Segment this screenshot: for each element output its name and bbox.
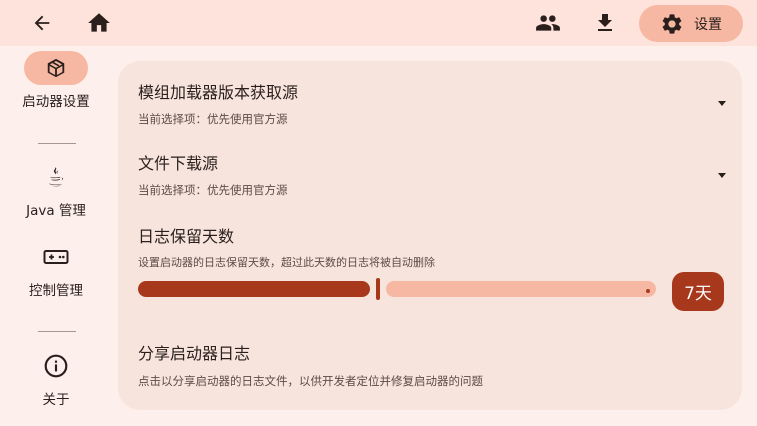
back-button[interactable] <box>24 5 60 41</box>
share-logs-setting[interactable]: 分享启动器日志 点击以分享启动器的日志文件，以供开发者定位并修复启动器的问题 <box>138 344 728 388</box>
sidebar-item-label: 关于 <box>42 392 70 408</box>
setting-subtitle: 当前选择项：优先使用官方源 <box>138 183 288 197</box>
sidebar-item-label: 启动器设置 <box>22 94 90 110</box>
sidebar-item-label: 控制管理 <box>29 283 83 299</box>
sidebar: 启动器设置 Java 管理 控制管理 关于 <box>0 46 112 426</box>
setting-title: 文件下载源 <box>138 154 219 173</box>
sidebar-item-label: Java 管理 <box>26 203 86 219</box>
setting-title: 分享启动器日志 <box>138 344 251 363</box>
cube-icon <box>47 58 65 78</box>
download-icon <box>598 14 612 31</box>
info-icon <box>44 354 68 378</box>
top-bar: 设置 <box>0 0 757 46</box>
sidebar-item-launcher-settings[interactable]: 启动器设置 <box>0 51 112 110</box>
slider-handle[interactable] <box>376 278 380 300</box>
setting-title: 模组加载器版本获取源 <box>138 83 299 102</box>
file-download-source-setting[interactable]: 文件下载源 当前选择项：优先使用官方源 <box>138 154 728 197</box>
home-button[interactable] <box>81 5 117 41</box>
sidebar-item-indicator <box>24 160 88 194</box>
slider-active-track <box>138 281 370 297</box>
log-retention-slider[interactable] <box>138 278 656 300</box>
sidebar-divider <box>38 331 76 332</box>
accounts-icon <box>536 15 560 31</box>
setting-title: 日志保留天数 <box>138 227 235 246</box>
settings-button-label: 设置 <box>694 16 722 33</box>
accounts-button[interactable] <box>530 5 566 41</box>
gear-icon <box>662 13 682 34</box>
arrow-back-icon <box>34 15 50 31</box>
sidebar-item-controls[interactable]: 控制管理 <box>0 240 112 299</box>
java-icon <box>49 167 64 187</box>
settings-card: 模组加载器版本获取源 当前选择项：优先使用官方源 文件下载源 当前选择项：优先使… <box>118 61 742 410</box>
log-retention-setting: 日志保留天数 设置启动器的日志保留天数，超过此天数的日志将被自动删除 <box>138 227 728 270</box>
setting-subtitle: 设置启动器的日志保留天数，超过此天数的日志将被自动删除 <box>138 256 435 269</box>
sidebar-divider <box>38 143 76 144</box>
sidebar-item-indicator <box>24 51 88 85</box>
slider-stop-dot <box>646 289 650 293</box>
dropdown-arrow-icon <box>718 173 726 178</box>
sidebar-item-indicator <box>24 240 88 274</box>
setting-subtitle: 当前选择项：优先使用官方源 <box>138 112 288 126</box>
slider-inactive-track <box>386 281 656 297</box>
sidebar-item-indicator <box>24 349 88 383</box>
sidebar-item-java[interactable]: Java 管理 <box>0 160 112 219</box>
mod-loader-source-setting[interactable]: 模组加载器版本获取源 当前选择项：优先使用官方源 <box>138 83 728 126</box>
download-button[interactable] <box>587 5 623 41</box>
gamepad-icon <box>43 250 69 264</box>
settings-button[interactable]: 设置 <box>639 5 743 42</box>
setting-subtitle: 点击以分享启动器的日志文件，以供开发者定位并修复启动器的问题 <box>138 374 483 388</box>
slider-value-badge: 7天 <box>672 272 724 311</box>
home-icon <box>88 13 110 32</box>
sidebar-item-about[interactable]: 关于 <box>0 349 112 408</box>
dropdown-arrow-icon <box>718 101 726 106</box>
